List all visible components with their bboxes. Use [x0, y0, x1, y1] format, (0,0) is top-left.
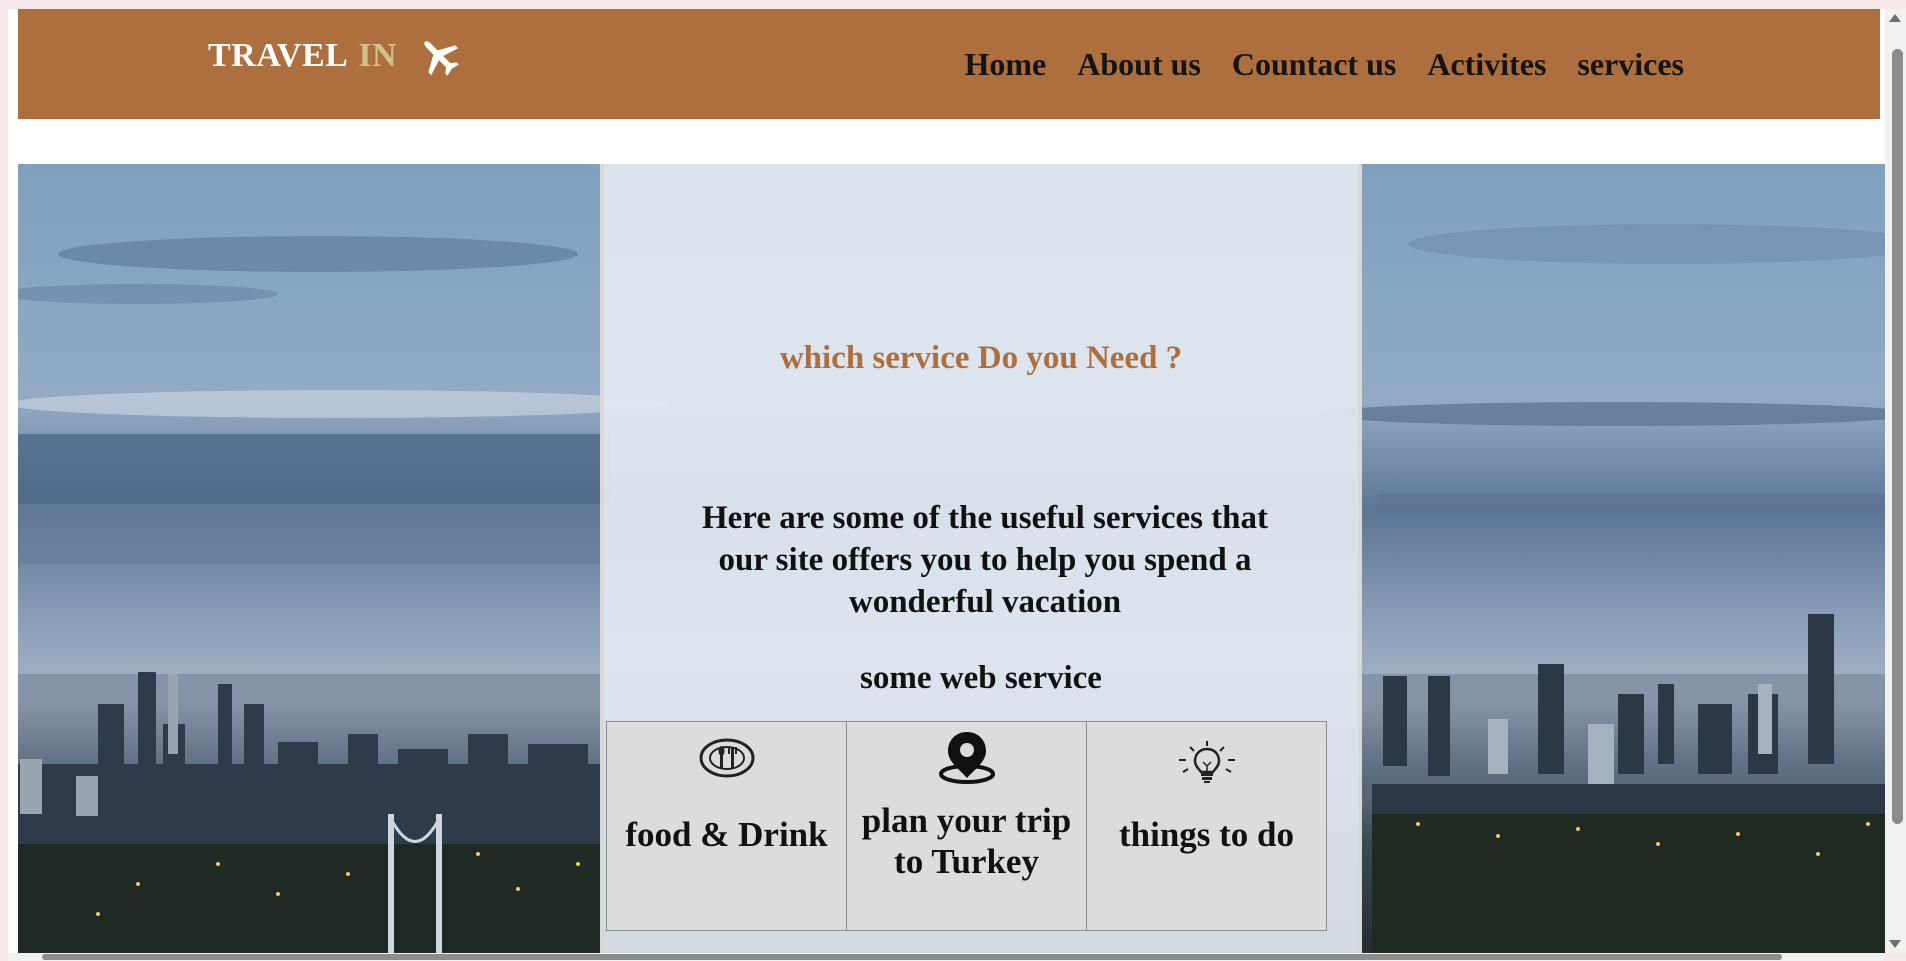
location-pin-icon [938, 732, 995, 784]
services-subtitle: some web service [860, 660, 1102, 696]
service-cards: food & Drink plan your trip to Turkey th… [606, 721, 1327, 931]
scroll-down-arrow-icon[interactable] [1889, 940, 1901, 948]
horizontal-scrollbar-thumb[interactable] [42, 954, 1782, 960]
nav-services[interactable]: services [1577, 46, 1684, 83]
brand-logo[interactable]: TRAVEL IN [208, 31, 461, 81]
services-panel: which service Do you Need ? Here are som… [600, 164, 1362, 953]
nav-contact-us[interactable]: Countact us [1232, 46, 1396, 83]
service-card-things-to-do[interactable]: things to do [1086, 721, 1327, 931]
nav-about-us[interactable]: About us [1077, 46, 1201, 83]
main-nav: Home About us Countact us Activites serv… [965, 46, 1685, 83]
vertical-scrollbar[interactable] [1885, 9, 1906, 953]
service-card-plan-trip[interactable]: plan your trip to Turkey [846, 721, 1087, 931]
scroll-up-arrow-icon[interactable] [1889, 14, 1901, 22]
brand-name-accent: IN [358, 37, 398, 74]
airplane-icon [424, 41, 459, 76]
service-card-label: things to do [1118, 815, 1295, 854]
lightbulb-icon [1178, 741, 1235, 783]
brand-name: TRAVEL [208, 37, 349, 74]
navbar: TRAVEL IN Home About us Countact us Acti… [18, 9, 1880, 119]
nav-home[interactable]: Home [965, 46, 1047, 83]
page: TRAVEL IN Home About us Countact us Acti… [8, 9, 1885, 953]
services-description: Here are some of the useful services tha… [701, 500, 1269, 620]
service-card-food-drink[interactable]: food & Drink [606, 721, 847, 931]
nav-activities[interactable]: Activites [1427, 46, 1546, 83]
services-title: which service Do you Need ? [779, 340, 1183, 376]
vertical-scrollbar-thumb[interactable] [1892, 49, 1903, 824]
service-card-label: plan your trip to Turkey [861, 801, 1072, 881]
service-card-label: food & Drink [625, 815, 828, 854]
horizontal-scrollbar[interactable] [8, 953, 1885, 961]
plate-cutlery-icon [699, 738, 754, 778]
